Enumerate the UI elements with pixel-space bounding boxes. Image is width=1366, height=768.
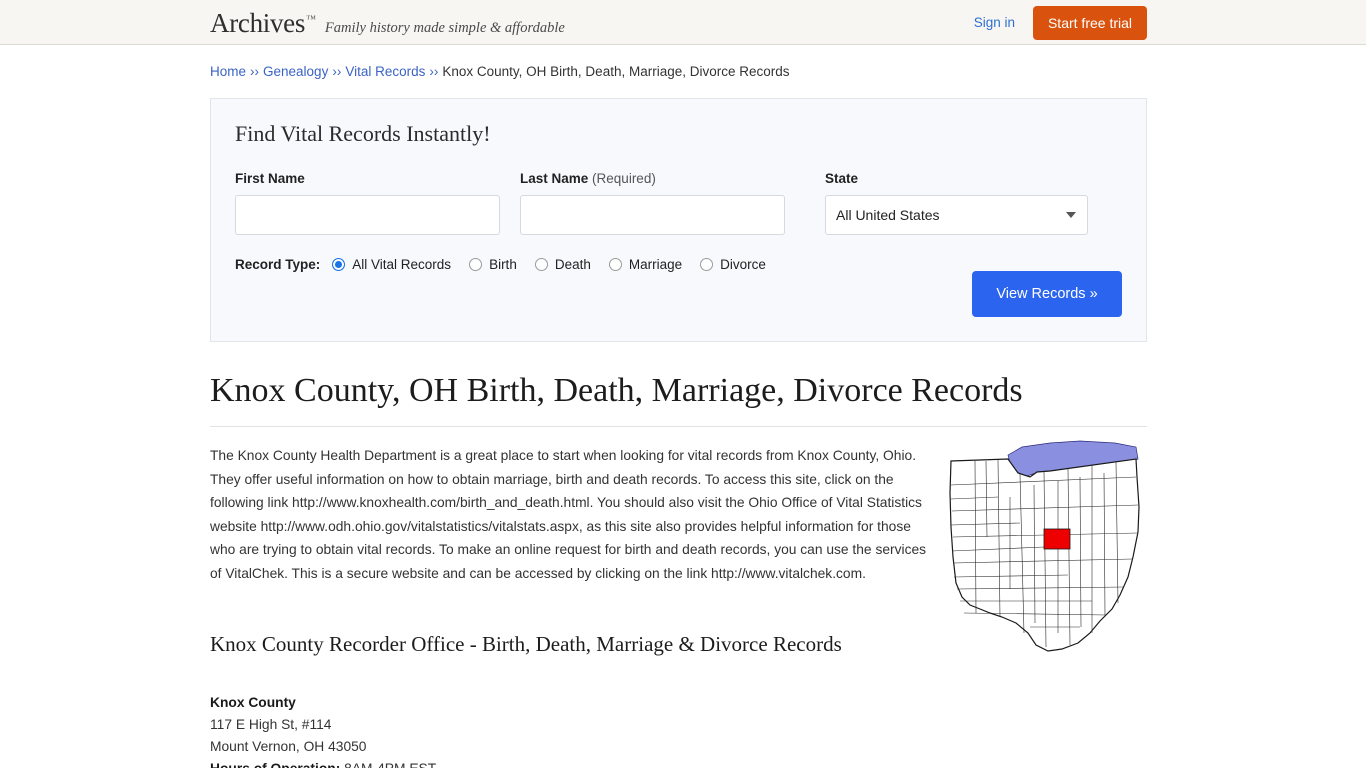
radio-label-marriage: Marriage <box>628 257 683 272</box>
radio-all-vital-records[interactable]: All Vital Records <box>332 257 451 272</box>
radio-death[interactable]: Death <box>534 257 591 272</box>
header-actions: Sign in Start free trial <box>974 0 1147 45</box>
radio-icon-death[interactable] <box>534 258 548 271</box>
page-title: Knox County, OH Birth, Death, Marriage, … <box>210 372 1147 427</box>
search-panel-title: Find Vital Records Instantly! <box>235 121 491 146</box>
ohio-map-svg <box>949 440 1140 652</box>
office-hours-line: Hours of Operation: 8AM-4PM EST <box>210 758 1147 768</box>
state-field-group: State All United States <box>825 171 1088 235</box>
page-body: Home ›› Genealogy ›› Vital Records ›› Knox Cou… <box>0 45 1366 768</box>
search-fields-row: First Name Last Name (Required) State Al… <box>235 171 1122 235</box>
brand-tagline: Family history made simple & affordable <box>324 20 565 36</box>
radio-label-death: Death <box>554 257 591 272</box>
office-name: Knox County <box>210 695 296 710</box>
site-logo[interactable]: Archives ™ Family history made simple & … <box>210 8 565 39</box>
radio-icon-birth[interactable] <box>469 258 483 271</box>
first-name-input[interactable] <box>235 195 500 235</box>
last-name-label-text: Last Name <box>520 171 589 186</box>
sign-in-link[interactable]: Sign in <box>974 15 1015 30</box>
first-name-label: First Name <box>235 171 305 186</box>
office-city-state-zip: Mount Vernon, OH 43050 <box>210 739 367 754</box>
ohio-state-outline <box>949 458 1140 652</box>
state-select[interactable]: All United States <box>825 195 1088 235</box>
vital-records-search-panel: Find Vital Records Instantly! First Name… <box>210 98 1147 342</box>
ohio-county-map <box>940 437 1150 659</box>
radio-icon-divorce[interactable] <box>700 258 714 271</box>
last-name-required-note: (Required) <box>592 171 656 186</box>
radio-marriage[interactable]: Marriage <box>608 257 683 272</box>
radio-divorce[interactable]: Divorce <box>700 257 766 272</box>
intro-paragraph: The Knox County Health Department is a g… <box>210 448 927 581</box>
breadcrumb-item-genealogy[interactable]: Genealogy <box>263 64 328 79</box>
breadcrumb-item-vital-records[interactable]: Vital Records <box>345 64 425 79</box>
breadcrumb-current-page: Knox County, OH Birth, Death, Marriage, … <box>442 64 790 79</box>
view-records-button[interactable]: View Records » <box>972 271 1122 317</box>
last-name-input[interactable] <box>520 195 785 235</box>
breadcrumb-item-home[interactable]: Home <box>210 64 246 79</box>
radio-icon-marriage[interactable] <box>608 258 622 271</box>
last-name-field-group: Last Name (Required) <box>520 171 785 235</box>
breadcrumb-separator: ›› <box>250 64 260 79</box>
first-name-field-group: First Name <box>235 171 500 235</box>
breadcrumb: Home ›› Genealogy ›› Vital Records ›› Knox Cou… <box>210 45 1147 79</box>
trademark-symbol: ™ <box>306 14 316 25</box>
radio-label-birth: Birth <box>489 257 517 272</box>
brand-name: Archives <box>210 8 306 38</box>
last-name-label: Last Name (Required) <box>520 171 785 186</box>
breadcrumb-separator: ›› <box>332 64 342 79</box>
record-type-row: Record Type: All Vital Records Birth Dea… <box>235 257 1122 272</box>
state-select-wrapper: All United States <box>825 195 1088 235</box>
office-hours-label: Hours of Operation: <box>210 761 340 768</box>
radio-label-all: All Vital Records <box>352 257 452 272</box>
breadcrumb-separator: ›› <box>429 64 439 79</box>
site-header: Archives ™ Family history made simple & … <box>0 0 1366 45</box>
state-label: State <box>825 171 859 186</box>
radio-birth[interactable]: Birth <box>469 257 517 272</box>
office-hours-value: 8AM-4PM EST <box>344 761 436 768</box>
radio-label-divorce: Divorce <box>720 257 766 272</box>
office-address-block: Knox County 117 E High St, #114 Mount Ve… <box>210 692 1147 768</box>
content-area: The Knox County Health Department is a g… <box>210 440 1147 768</box>
record-type-label: Record Type: <box>235 257 321 272</box>
knox-county-highlight <box>1043 528 1071 550</box>
office-street: 117 E High St, #114 <box>210 717 332 732</box>
start-free-trial-button[interactable]: Start free trial <box>1032 5 1147 40</box>
radio-icon-all[interactable] <box>332 258 346 271</box>
